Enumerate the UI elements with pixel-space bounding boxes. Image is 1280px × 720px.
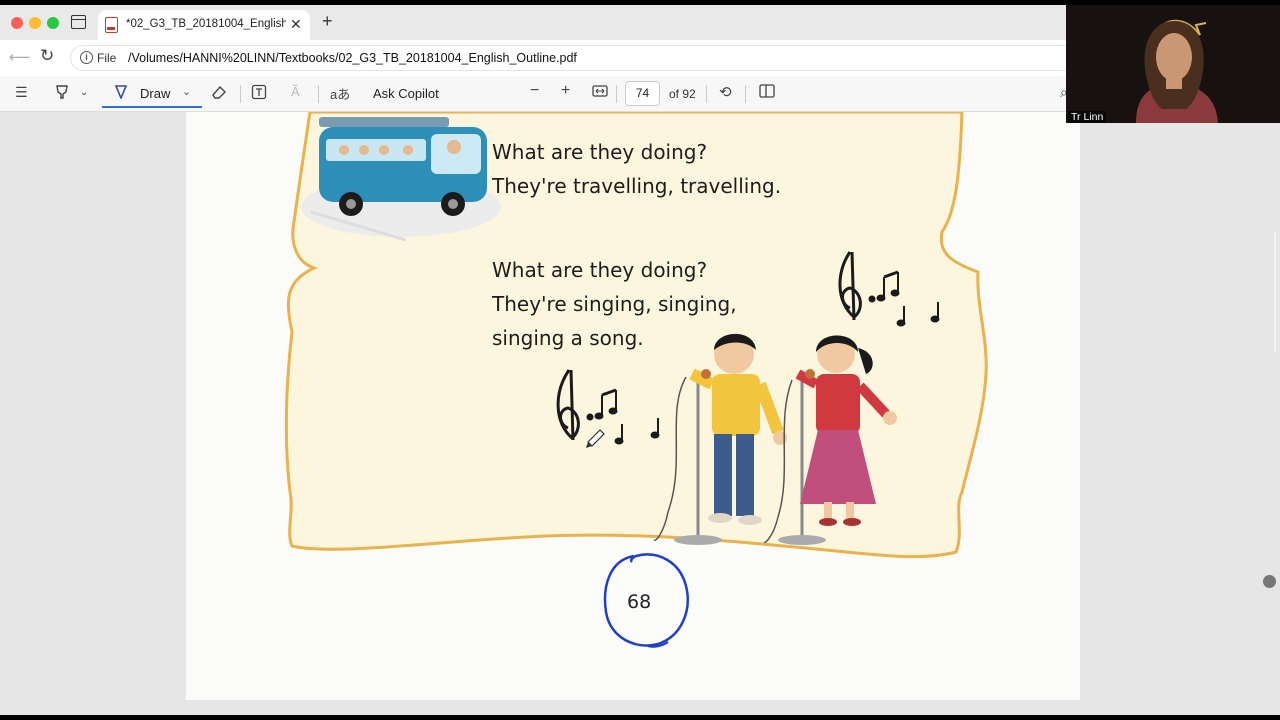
- toolbar-divider: [745, 85, 746, 103]
- page-view-icon[interactable]: [759, 84, 775, 101]
- draw-button[interactable]: Draw ⌄: [102, 79, 202, 108]
- toolbar-divider: [240, 85, 241, 103]
- fit-page-icon[interactable]: [592, 84, 608, 101]
- url-field[interactable]: i File /Volumes/HANNI%20LINN/Textbooks/0…: [70, 45, 1066, 71]
- tab-title: *02_G3_TB_20181004_English_Outline.pdf: [126, 18, 286, 30]
- tab-pdf-document[interactable]: *02_G3_TB_20181004_English_Outline.pdf ✕: [98, 10, 310, 40]
- participant-name-label: Tr Linn: [1068, 111, 1107, 123]
- contents-icon[interactable]: ☰: [15, 84, 28, 101]
- verse2-line3: singing a song.: [492, 326, 644, 350]
- url-scheme-label: File: [97, 51, 117, 65]
- page-number-input[interactable]: 74: [625, 81, 660, 106]
- toolbar-divider: [318, 85, 319, 103]
- address-bar: ⟵ ↻ i File /Volumes/HANNI%20LINN/Textboo…: [0, 40, 1066, 76]
- tab-actions-icon[interactable]: [71, 15, 86, 29]
- bus-illustration: [301, 117, 501, 242]
- minimize-window-button[interactable]: [29, 17, 41, 29]
- verse1-line2: They're travelling, travelling.: [492, 174, 782, 198]
- reload-icon[interactable]: ↻: [40, 46, 54, 66]
- highlight-chevron-down-icon[interactable]: ⌄: [80, 87, 88, 98]
- close-window-button[interactable]: [11, 17, 23, 29]
- page-number: 68: [627, 591, 652, 613]
- highlight-icon[interactable]: [54, 84, 70, 103]
- site-info-icon[interactable]: i: [80, 51, 93, 64]
- participant-video-image: [1066, 5, 1280, 123]
- draw-label: Draw: [140, 86, 171, 101]
- toolbar-divider: [616, 85, 617, 103]
- tab-close-icon[interactable]: ✕: [290, 16, 302, 33]
- url-text[interactable]: /Volumes/HANNI%20LINN/Textbooks/02_G3_TB…: [128, 51, 577, 65]
- zoom-out-icon[interactable]: −: [530, 82, 539, 100]
- new-tab-button[interactable]: +: [322, 11, 333, 32]
- webcam-video: Tr Linn: [1066, 5, 1280, 123]
- tab-bar: *02_G3_TB_20181004_English_Outline.pdf ✕…: [0, 5, 1066, 40]
- ask-copilot-button[interactable]: Ask Copilot: [373, 86, 439, 101]
- text-box-icon[interactable]: [251, 84, 267, 103]
- eraser-icon[interactable]: [211, 84, 227, 103]
- draw-chevron-down-icon[interactable]: ⌄: [182, 85, 191, 98]
- read-aloud-icon[interactable]: aあ: [330, 84, 350, 103]
- text-format-icon[interactable]: A᷈: [291, 84, 300, 99]
- maximize-window-button[interactable]: [47, 17, 59, 29]
- verse2-line1: What are they doing?: [492, 258, 708, 282]
- toolbar-divider: [706, 85, 707, 103]
- rotate-icon[interactable]: ⟲: [719, 83, 732, 101]
- pdf-page: What are they doing? They're travelling,…: [186, 112, 1080, 700]
- pdf-viewer[interactable]: What are they doing? They're travelling,…: [0, 112, 1280, 715]
- page-count-label: of 92: [669, 87, 696, 101]
- pdf-file-icon: [105, 17, 118, 33]
- scrollbar-track[interactable]: [1274, 232, 1276, 352]
- back-arrow-icon[interactable]: ⟵: [9, 48, 31, 66]
- draw-pen-icon: [114, 85, 128, 99]
- scrollbar-thumb[interactable]: [1263, 575, 1276, 588]
- verse1-line1: What are they doing?: [492, 140, 708, 164]
- zoom-in-icon[interactable]: +: [561, 82, 570, 100]
- verse2-line2: They're singing, singing,: [492, 292, 737, 316]
